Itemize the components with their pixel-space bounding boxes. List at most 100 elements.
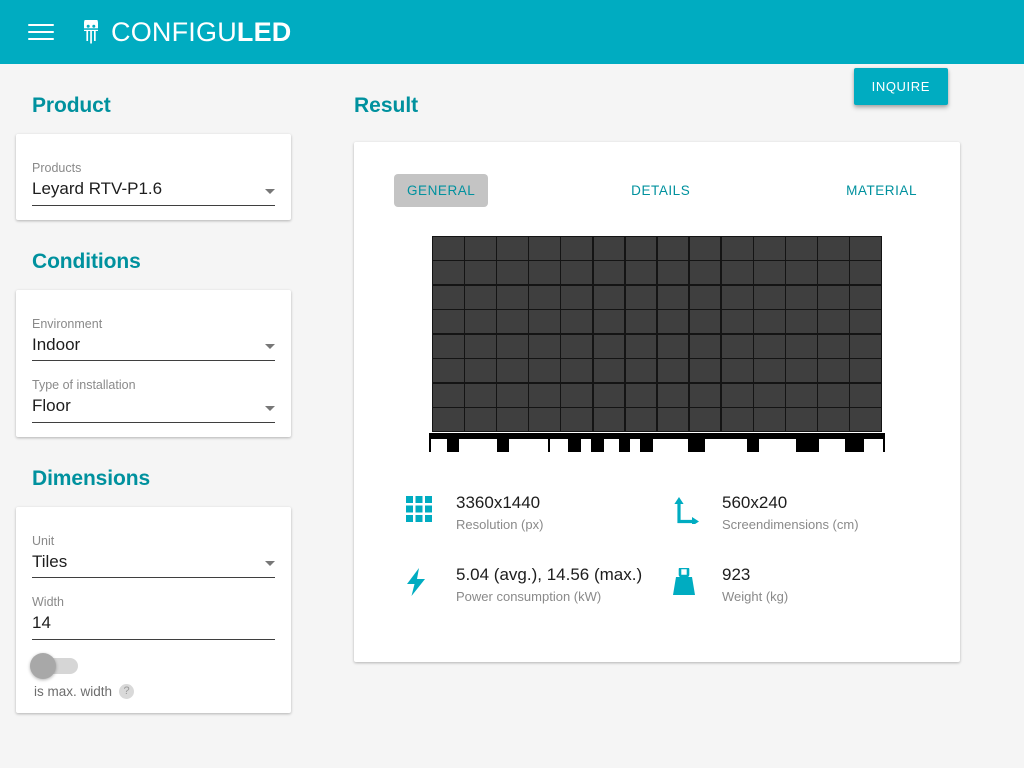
- led-tile: [433, 310, 464, 334]
- led-diode-icon: [84, 20, 98, 44]
- field-width[interactable]: Width 14: [32, 578, 275, 640]
- brand-wordmark: CONFIGULED: [111, 18, 292, 46]
- page-body: Product Products Leyard RTV-P1.6 Conditi…: [0, 64, 1024, 768]
- led-tile: [561, 261, 593, 285]
- led-tile: [850, 408, 881, 431]
- led-tile: [593, 261, 625, 285]
- max-width-caption: is max. width ?: [32, 674, 275, 699]
- led-tile: [433, 383, 464, 407]
- led-tile: [433, 359, 464, 383]
- led-tile: [465, 359, 496, 383]
- led-tile: [721, 408, 753, 431]
- led-tile: [850, 237, 881, 260]
- led-tile: [625, 237, 657, 260]
- led-tile: [433, 334, 464, 358]
- max-width-label: is max. width: [34, 683, 113, 699]
- led-tile: [754, 334, 785, 358]
- field-type-of-installation[interactable]: Type of installation Floor: [32, 361, 275, 423]
- led-tile: [593, 334, 625, 358]
- led-tile: [529, 383, 560, 407]
- stat-label-screendimensions: Screendimensions (cm): [722, 516, 859, 532]
- chevron-down-icon[interactable]: [265, 188, 275, 194]
- page-title: Result: [354, 94, 419, 117]
- led-tile: [786, 408, 817, 431]
- led-tile: [754, 408, 785, 431]
- base-foot-gap: [653, 439, 688, 452]
- field-products[interactable]: Products Leyard RTV-P1.6: [32, 150, 275, 206]
- field-label-type-of-installation: Type of installation: [32, 378, 136, 392]
- led-tile: [465, 261, 496, 285]
- hamburger-menu-icon[interactable]: [28, 18, 56, 46]
- led-tile: [754, 383, 785, 407]
- brand-logo[interactable]: CONFIGULED: [80, 18, 292, 46]
- help-circle-icon[interactable]: ?: [119, 683, 135, 699]
- field-value-environment: Indoor: [32, 334, 81, 354]
- field-label-products: Products: [32, 161, 82, 175]
- led-tile: [465, 310, 496, 334]
- led-tile: [529, 261, 560, 285]
- led-tile: [593, 408, 625, 431]
- led-tile: [818, 408, 849, 431]
- led-tile: [433, 261, 464, 285]
- result-stats: 3360x1440 Resolution (px) 560x240 Screen…: [354, 452, 960, 607]
- led-tile: [754, 310, 785, 334]
- width-input[interactable]: 14: [32, 612, 275, 640]
- field-unit[interactable]: Unit Tiles: [32, 523, 275, 578]
- base-foot-gap: [581, 439, 591, 452]
- weight-icon: [672, 564, 700, 601]
- field-label-width: Width: [32, 595, 64, 609]
- select-environment[interactable]: Indoor: [32, 334, 275, 361]
- tab-general[interactable]: GENERAL: [394, 174, 489, 207]
- led-tile: [433, 237, 464, 260]
- section-title-conditions: Conditions: [32, 249, 141, 273]
- led-tile: [657, 334, 689, 358]
- led-tile: [529, 359, 560, 383]
- select-products[interactable]: Leyard RTV-P1.6: [32, 178, 275, 206]
- select-type-of-installation[interactable]: Floor: [32, 395, 275, 423]
- result-panel: Result INQUIRE GENERAL DETAILS MATERIAL: [338, 64, 1024, 768]
- led-tile: [561, 383, 593, 407]
- chevron-down-icon[interactable]: [265, 561, 275, 566]
- inquire-button[interactable]: INQUIRE: [853, 68, 948, 105]
- led-tile: [754, 285, 785, 309]
- configurator-sidebar: Product Products Leyard RTV-P1.6 Conditi…: [0, 64, 338, 768]
- led-tile: [721, 359, 753, 383]
- led-wall-base: [429, 433, 885, 452]
- led-tile: [689, 310, 721, 334]
- led-tile: [689, 334, 721, 358]
- led-tile: [850, 285, 881, 309]
- max-width-toggle[interactable]: [30, 652, 78, 679]
- field-environment[interactable]: Environment Indoor: [32, 306, 275, 361]
- led-tile: [497, 359, 528, 383]
- led-tile-grid: [432, 236, 882, 432]
- led-tile: [721, 285, 753, 309]
- stat-weight: 923 Weight (kg): [672, 564, 938, 606]
- led-tile: [497, 285, 528, 309]
- tab-material[interactable]: MATERIAL: [833, 174, 930, 207]
- field-label-environment: Environment: [32, 316, 103, 331]
- result-card: GENERAL DETAILS MATERIAL 3360x1440 Resol…: [354, 142, 960, 662]
- led-tile: [657, 359, 689, 383]
- led-tile: [625, 359, 657, 383]
- field-value-width: 14: [32, 613, 51, 633]
- chevron-down-icon[interactable]: [265, 405, 275, 411]
- led-tile: [721, 334, 753, 358]
- base-foot-gap: [630, 439, 640, 452]
- dimensions-card: Unit Tiles Width 14 is max. width ?: [16, 506, 291, 713]
- led-tile: [818, 261, 849, 285]
- field-value-products: Leyard RTV-P1.6: [32, 179, 163, 199]
- led-tile: [786, 334, 817, 358]
- led-tile: [593, 359, 625, 383]
- tab-details[interactable]: DETAILS: [618, 174, 703, 207]
- led-tile: [818, 359, 849, 383]
- led-tile: [721, 383, 753, 407]
- chevron-down-icon[interactable]: [265, 344, 275, 349]
- stat-value-power-consumption: 5.04 (avg.), 14.56 (max.): [456, 565, 643, 585]
- led-tile: [625, 261, 657, 285]
- led-tile: [497, 261, 528, 285]
- select-unit[interactable]: Tiles: [32, 551, 275, 578]
- led-tile: [529, 310, 560, 334]
- led-tile: [818, 383, 849, 407]
- led-tile: [465, 334, 496, 358]
- led-tile: [465, 285, 496, 309]
